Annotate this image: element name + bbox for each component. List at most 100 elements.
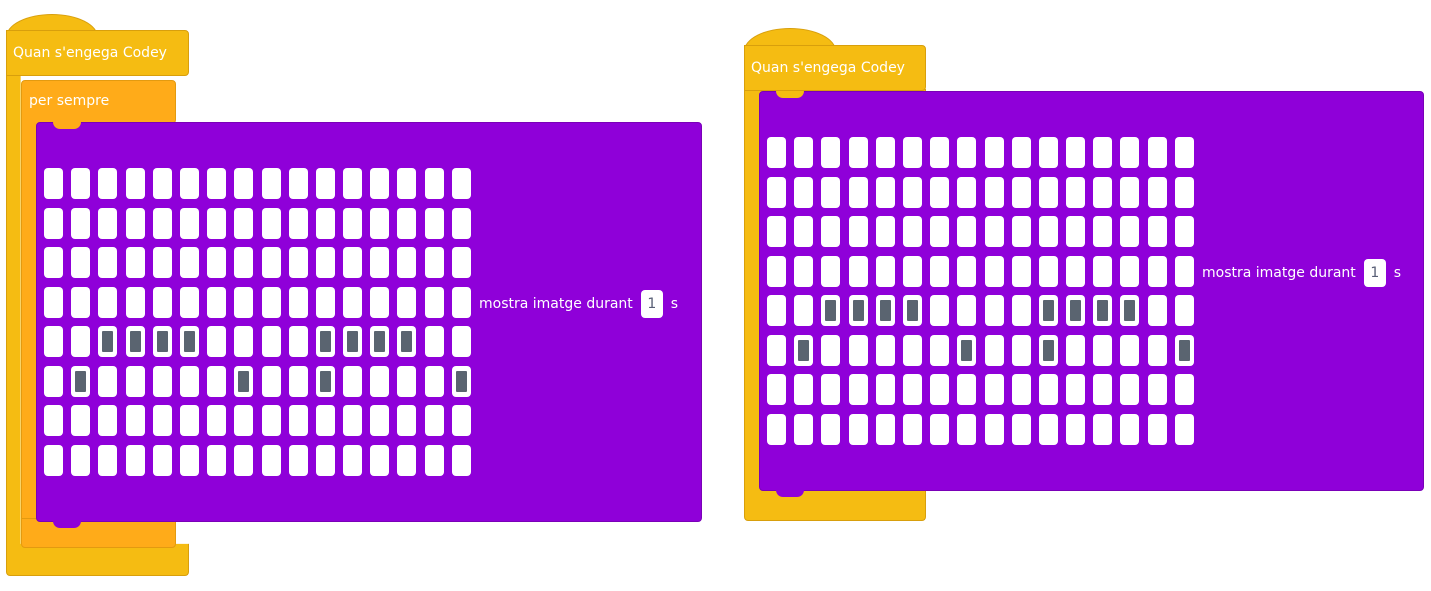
led-pixel-off[interactable] [261,444,281,476]
led-pixel-on[interactable] [179,326,199,357]
led-pixel-off[interactable] [207,286,227,318]
duration-input[interactable]: 1 [1363,259,1386,287]
led-pixel-off[interactable] [1147,255,1167,287]
led-pixel-off[interactable] [288,168,308,199]
led-pixel-off[interactable] [930,295,950,326]
led-pixel-off[interactable] [875,176,895,208]
led-pixel-off[interactable] [343,405,363,436]
led-pixel-off[interactable] [930,255,950,287]
led-pixel-off[interactable] [1120,176,1140,208]
led-pixel-off[interactable] [1174,255,1194,287]
led-pixel-off[interactable] [1011,216,1031,247]
led-pixel-off[interactable] [370,444,390,476]
led-pixel-off[interactable] [179,207,199,239]
led-pixel-on[interactable] [125,326,145,357]
led-pixel-off[interactable] [1011,374,1031,405]
led-pixel-off[interactable] [451,326,471,357]
led-pixel-off[interactable] [71,207,91,239]
led-pixel-off[interactable] [370,168,390,199]
led-pixel-off[interactable] [902,255,922,287]
led-pixel-on[interactable] [848,295,868,326]
led-pixel-off[interactable] [875,137,895,168]
led-pixel-off[interactable] [1120,137,1140,168]
led-pixel-on[interactable] [343,326,363,357]
led-pixel-off[interactable] [957,255,977,287]
led-pixel-off[interactable] [1147,374,1167,405]
led-pixel-off[interactable] [234,326,254,357]
led-pixel-off[interactable] [207,168,227,199]
led-pixel-off[interactable] [288,286,308,318]
led-pixel-off[interactable] [848,137,868,168]
led-pixel-off[interactable] [794,295,814,326]
led-matrix[interactable] [767,137,1194,445]
led-pixel-off[interactable] [957,216,977,247]
led-pixel-off[interactable] [234,405,254,436]
led-pixel-off[interactable] [179,286,199,318]
led-pixel-off[interactable] [125,444,145,476]
led-pixel-off[interactable] [1011,334,1031,366]
led-pixel-off[interactable] [902,216,922,247]
led-pixel-off[interactable] [125,168,145,199]
led-pixel-off[interactable] [875,334,895,366]
led-pixel-off[interactable] [424,326,444,357]
led-pixel-off[interactable] [261,247,281,278]
led-pixel-off[interactable] [343,247,363,278]
led-pixel-off[interactable] [1147,334,1167,366]
led-pixel-off[interactable] [1066,137,1086,168]
led-pixel-off[interactable] [125,365,145,397]
led-pixel-off[interactable] [794,176,814,208]
led-pixel-on[interactable] [1038,334,1058,366]
led-pixel-off[interactable] [902,374,922,405]
led-pixel-off[interactable] [179,247,199,278]
duration-input[interactable]: 1 [640,290,663,318]
led-pixel-off[interactable] [288,207,308,239]
led-pixel-off[interactable] [261,326,281,357]
led-pixel-off[interactable] [125,286,145,318]
led-pixel-off[interactable] [98,365,118,397]
led-pixel-off[interactable] [71,168,91,199]
when-codey-starts-block[interactable]: Quan s'engega Codey [744,45,926,91]
led-pixel-off[interactable] [1174,137,1194,168]
led-pixel-off[interactable] [152,207,172,239]
led-pixel-off[interactable] [794,137,814,168]
led-pixel-on[interactable] [1038,295,1058,326]
led-pixel-on[interactable] [397,326,417,357]
led-pixel-off[interactable] [930,137,950,168]
forever-loop-block[interactable]: per sempre [21,80,176,124]
led-pixel-off[interactable] [234,286,254,318]
led-pixel-off[interactable] [1066,413,1086,445]
led-pixel-off[interactable] [397,405,417,436]
led-pixel-off[interactable] [152,444,172,476]
led-pixel-off[interactable] [1093,216,1113,247]
led-pixel-off[interactable] [902,334,922,366]
led-pixel-off[interactable] [261,286,281,318]
led-pixel-off[interactable] [767,295,786,326]
led-pixel-off[interactable] [794,413,814,445]
led-pixel-off[interactable] [207,326,227,357]
led-pixel-off[interactable] [875,216,895,247]
led-pixel-off[interactable] [1066,255,1086,287]
led-pixel-off[interactable] [957,137,977,168]
led-pixel-off[interactable] [930,374,950,405]
led-pixel-off[interactable] [152,286,172,318]
led-pixel-off[interactable] [44,444,63,476]
led-pixel-off[interactable] [902,413,922,445]
led-pixel-off[interactable] [44,326,63,357]
led-pixel-on[interactable] [1174,334,1194,366]
led-pixel-off[interactable] [984,413,1004,445]
led-pixel-off[interactable] [930,176,950,208]
led-pixel-off[interactable] [288,365,308,397]
led-pixel-off[interactable] [451,405,471,436]
led-pixel-off[interactable] [44,168,63,199]
led-pixel-off[interactable] [1120,374,1140,405]
led-pixel-on[interactable] [315,326,335,357]
led-pixel-off[interactable] [424,286,444,318]
led-pixel-off[interactable] [343,444,363,476]
led-pixel-off[interactable] [1147,413,1167,445]
led-pixel-off[interactable] [984,334,1004,366]
led-pixel-off[interactable] [44,405,63,436]
led-pixel-off[interactable] [343,365,363,397]
led-pixel-off[interactable] [71,444,91,476]
led-pixel-off[interactable] [288,247,308,278]
led-pixel-off[interactable] [397,444,417,476]
